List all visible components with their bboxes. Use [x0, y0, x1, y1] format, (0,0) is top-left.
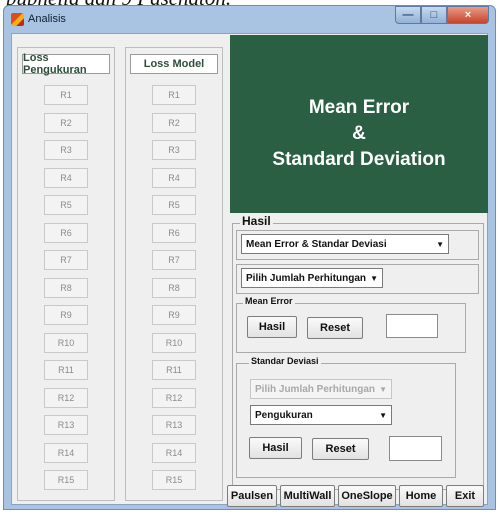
- window-title: Analisis: [28, 13, 66, 25]
- count-select-value: Pilih Jumlah Perhitungan: [246, 272, 367, 284]
- loss-pengukuran-r1-button[interactable]: R1: [44, 85, 88, 105]
- window-controls: — □ ×: [395, 6, 489, 24]
- mean-error-output: [386, 314, 438, 338]
- loss-pengukuran-r10-button[interactable]: R10: [44, 332, 88, 353]
- loss-model-panel: Loss Model R1 R2 R3 R4 R5 R6 R7 R8 R9 R10 R11 R12 R1…: [125, 47, 223, 501]
- loss-pengukuran-r14-button[interactable]: R14: [44, 442, 88, 463]
- standar-deviasi-legend: Standar Deviasi: [249, 356, 321, 366]
- loss-pengukuran-r5-button[interactable]: R5: [44, 195, 88, 215]
- measurement-type-value: Pengukuran: [255, 409, 313, 421]
- mean-error-reset-button[interactable]: Reset: [307, 317, 363, 339]
- mean-error-legend: Mean Error: [243, 296, 295, 306]
- loss-pengukuran-r6-button[interactable]: R6: [44, 222, 88, 243]
- count-select[interactable]: Pilih Jumlah Perhitungan ▼: [241, 268, 383, 288]
- std-count-select-value: Pilih Jumlah Perhitungan: [255, 383, 376, 395]
- loss-model-r2-button[interactable]: R2: [152, 112, 196, 133]
- loss-pengukuran-r8-button[interactable]: R8: [44, 277, 88, 298]
- loss-model-r15-button[interactable]: R15: [152, 470, 196, 490]
- loss-model-r12-button[interactable]: R12: [152, 387, 196, 408]
- banner-line-3: Standard Deviation: [272, 149, 446, 170]
- mean-error-hasil-button[interactable]: Hasil: [247, 316, 297, 338]
- loss-model-r3-button[interactable]: R3: [152, 140, 196, 160]
- hasil-legend: Hasil: [240, 214, 273, 228]
- loss-model-r6-button[interactable]: R6: [152, 222, 196, 243]
- loss-pengukuran-header: Loss Pengukuran: [22, 52, 110, 76]
- loss-model-r4-button[interactable]: R4: [152, 167, 196, 188]
- chevron-down-icon: ▼: [379, 411, 387, 420]
- loss-model-r1-button[interactable]: R1: [152, 85, 196, 105]
- std-hasil-button[interactable]: Hasil: [249, 437, 302, 459]
- loss-model-r9-button[interactable]: R9: [152, 305, 196, 325]
- chevron-down-icon: ▼: [436, 240, 444, 249]
- std-dev-output: [389, 436, 442, 461]
- measurement-type-select[interactable]: Pengukuran ▼: [250, 405, 392, 425]
- loss-pengukuran-r15-button[interactable]: R15: [44, 470, 88, 490]
- exit-button[interactable]: Exit: [446, 485, 484, 507]
- std-reset-button[interactable]: Reset: [312, 438, 369, 460]
- loss-pengukuran-r12-button[interactable]: R12: [44, 387, 88, 408]
- figure-client-area: Loss Pengukuran R1 R2 R3 R4 R5 R6 R7 R8 R9 R10 R11…: [11, 33, 488, 507]
- loss-model-r14-button[interactable]: R14: [152, 442, 196, 463]
- close-button[interactable]: ×: [447, 6, 489, 24]
- title-bar[interactable]: Analisis — □ ×: [4, 6, 495, 30]
- chevron-down-icon: ▼: [379, 385, 387, 394]
- chevron-down-icon: ▼: [370, 274, 378, 283]
- banner-line-2: &: [352, 123, 366, 144]
- paulsen-button[interactable]: Paulsen: [227, 485, 277, 507]
- loss-pengukuran-r13-button[interactable]: R13: [44, 415, 88, 435]
- multiwall-button[interactable]: MultiWall: [280, 485, 335, 507]
- analisis-window: Analisis — □ × Loss Pengukuran R1 R2 R3 R4 R…: [3, 5, 496, 510]
- loss-pengukuran-r9-button[interactable]: R9: [44, 305, 88, 325]
- loss-pengukuran-r2-button[interactable]: R2: [44, 112, 88, 133]
- std-count-select: Pilih Jumlah Perhitungan ▼: [250, 379, 392, 399]
- loss-model-r11-button[interactable]: R11: [152, 360, 196, 380]
- analysis-type-value: Mean Error & Standar Deviasi: [246, 238, 387, 250]
- loss-model-r10-button[interactable]: R10: [152, 332, 196, 353]
- loss-pengukuran-r3-button[interactable]: R3: [44, 140, 88, 160]
- matlab-app-icon: [11, 13, 24, 26]
- title-banner: Mean Error & Standard Deviation: [230, 35, 488, 213]
- loss-pengukuran-r7-button[interactable]: R7: [44, 250, 88, 270]
- maximize-button[interactable]: □: [421, 6, 447, 24]
- loss-model-r13-button[interactable]: R13: [152, 415, 196, 435]
- loss-model-r7-button[interactable]: R7: [152, 250, 196, 270]
- minimize-button[interactable]: —: [395, 6, 421, 24]
- loss-pengukuran-r11-button[interactable]: R11: [44, 360, 88, 380]
- loss-pengukuran-r4-button[interactable]: R4: [44, 167, 88, 188]
- loss-pengukuran-panel: Loss Pengukuran R1 R2 R3 R4 R5 R6 R7 R8 R9 R10 R11…: [17, 47, 115, 501]
- banner-line-1: Mean Error: [308, 97, 410, 118]
- loss-model-r8-button[interactable]: R8: [152, 277, 196, 298]
- analysis-type-select[interactable]: Mean Error & Standar Deviasi ▼: [241, 234, 449, 254]
- loss-model-r5-button[interactable]: R5: [152, 195, 196, 215]
- oneslope-button[interactable]: OneSlope: [338, 485, 396, 507]
- home-button[interactable]: Home: [399, 485, 443, 507]
- loss-model-header: Loss Model: [130, 54, 218, 74]
